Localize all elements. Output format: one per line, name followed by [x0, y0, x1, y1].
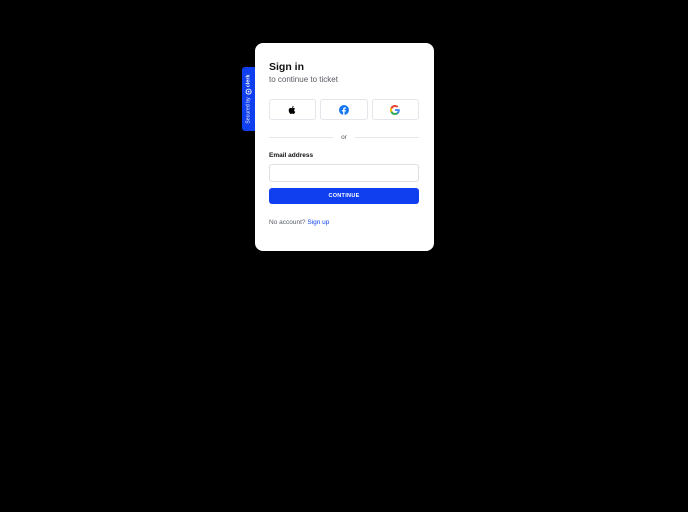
apple-sign-in-button[interactable]	[269, 99, 317, 120]
google-icon	[390, 104, 401, 115]
secured-by-clerk-badge[interactable]: Secured by clerk	[242, 67, 255, 131]
divider-text: or	[341, 133, 347, 141]
page-subtitle: to continue to ticket	[269, 75, 338, 84]
apple-icon	[288, 105, 296, 114]
signup-prompt: No account? Sign up	[269, 219, 419, 227]
continue-button[interactable]: CONTINUE	[269, 188, 419, 204]
clerk-logo-icon	[245, 88, 252, 95]
clerk-logo: clerk	[245, 74, 252, 95]
badge-text: Secured by	[245, 97, 252, 124]
sign-up-link[interactable]: Sign up	[307, 219, 329, 226]
or-divider: or	[269, 132, 419, 142]
clerk-logo-text: clerk	[245, 74, 252, 88]
no-account-text: No account?	[269, 219, 306, 226]
facebook-sign-in-button[interactable]	[320, 99, 368, 120]
divider-line-left	[269, 136, 334, 138]
google-sign-in-button[interactable]	[371, 99, 419, 120]
divider-line-right	[354, 136, 419, 138]
email-field[interactable]	[269, 164, 419, 182]
social-buttons-row	[269, 99, 419, 120]
email-label: Email address	[269, 152, 314, 159]
page-background: Secured by clerk Sign in to continue to …	[0, 0, 688, 512]
page-title: Sign in	[269, 61, 304, 73]
facebook-icon	[338, 104, 349, 115]
sign-in-card: Sign in to continue to ticket or Email a…	[255, 43, 434, 251]
